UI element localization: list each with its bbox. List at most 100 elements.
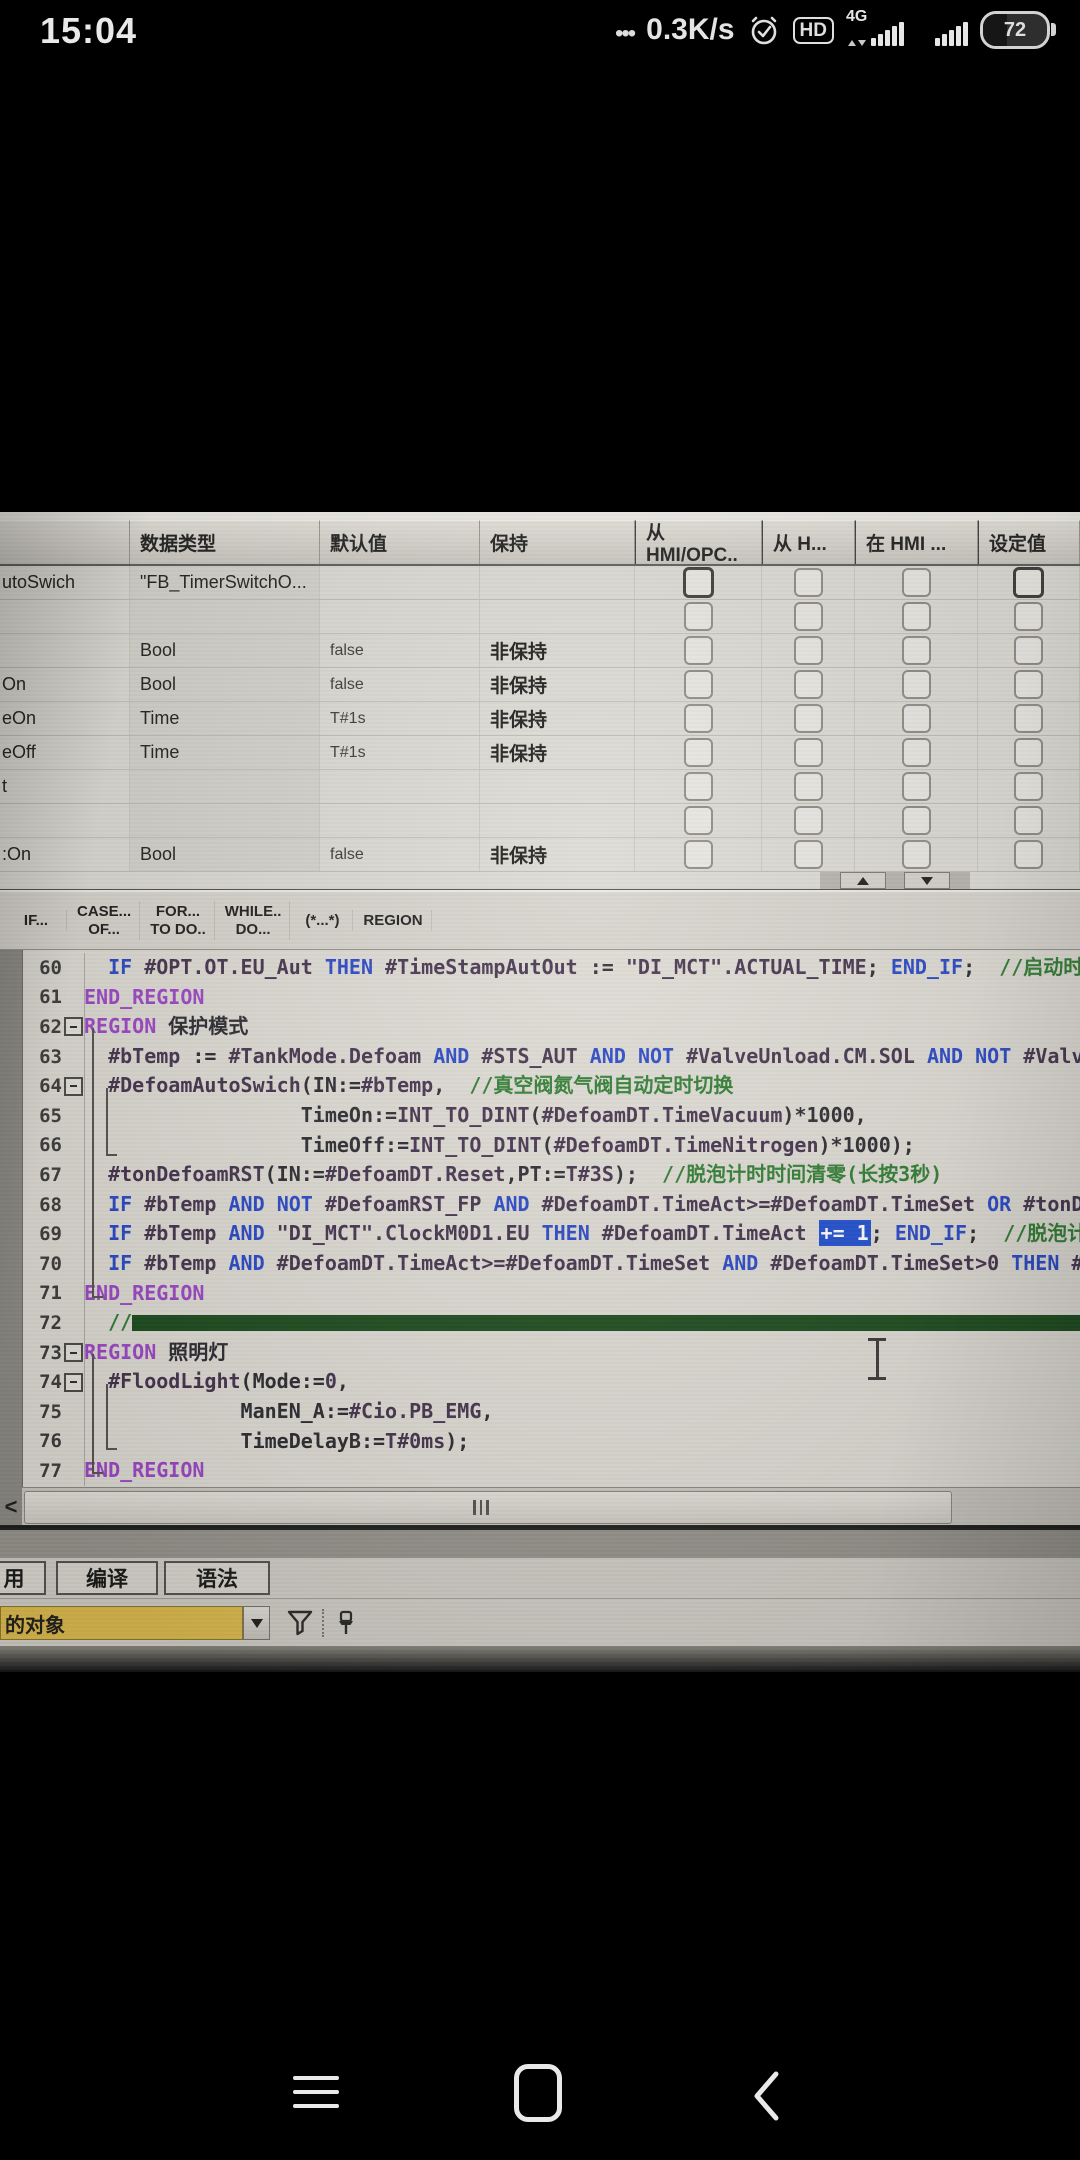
cell-ret[interactable]: 非保持 [480, 736, 635, 769]
fold-toggle-icon[interactable] [64, 1017, 83, 1036]
checkbox[interactable] [902, 704, 931, 733]
fold-toggle-icon[interactable] [64, 1343, 83, 1362]
toolbar-button[interactable]: CASE...OF... [69, 901, 140, 940]
cell-name[interactable]: eOn [0, 702, 130, 735]
cell-def[interactable] [320, 804, 480, 837]
back-icon[interactable] [752, 2070, 780, 2122]
cell-type[interactable]: Bool [130, 634, 320, 667]
cell-type[interactable]: Bool [130, 668, 320, 701]
cell-name[interactable]: On [0, 668, 130, 701]
code-line[interactable]: 65 TimeOn:=INT_TO_DINT(#DefoamDT.TimeVac… [0, 1101, 1080, 1131]
checkbox[interactable] [794, 636, 823, 665]
checkbox[interactable] [902, 840, 931, 869]
toolbar-button[interactable]: REGION [355, 910, 431, 931]
checkbox[interactable] [794, 772, 823, 801]
checkbox[interactable] [1014, 738, 1043, 767]
checkbox[interactable] [1014, 772, 1043, 801]
scroll-left-button[interactable]: < [0, 1488, 22, 1526]
column-header[interactable]: 默认值 [320, 520, 480, 564]
checkbox[interactable] [1013, 567, 1044, 598]
tab-0[interactable]: 用 [0, 1561, 46, 1595]
combo-dropdown-button[interactable] [243, 1606, 270, 1640]
checkbox[interactable] [794, 806, 823, 835]
table-row[interactable]: utoSwich"FB_TimerSwitchO... [0, 566, 1080, 600]
cell-type[interactable]: Bool [130, 838, 320, 871]
column-header[interactable]: 数据类型 [130, 520, 320, 564]
code-line[interactable]: 75 ManEN_A:=#Cio.PB_EMG, [0, 1397, 1080, 1427]
checkbox[interactable] [683, 567, 714, 598]
filter-funnel-icon[interactable] [286, 1609, 314, 1637]
checkbox[interactable] [902, 636, 931, 665]
cell-ret[interactable]: 非保持 [480, 838, 635, 871]
checkbox[interactable] [902, 602, 931, 631]
code-line[interactable]: 61END_REGION [0, 983, 1080, 1013]
fold-toggle-icon[interactable] [64, 1373, 83, 1392]
tab-1[interactable]: 编译 [56, 1561, 158, 1595]
cell-def[interactable]: T#1s [320, 702, 480, 735]
scroll-up-button[interactable] [840, 872, 886, 889]
cell-name[interactable] [0, 600, 130, 633]
cell-def[interactable]: T#1s [320, 736, 480, 769]
scrollbar-thumb[interactable] [24, 1491, 952, 1524]
toolbar-button[interactable]: WHILE..DO... [217, 901, 291, 940]
checkbox[interactable] [684, 704, 713, 733]
code-line[interactable]: 74 #FloodLight(Mode:=0, [0, 1367, 1080, 1397]
code-line[interactable]: 69 IF #bTemp AND "DI_MCT".ClockM0D1.EU T… [0, 1219, 1080, 1249]
toolbar-button[interactable]: IF... [6, 910, 67, 931]
checkbox[interactable] [684, 670, 713, 699]
column-header[interactable]: 从 HMI/OPC.. [635, 520, 762, 564]
checkbox[interactable] [1014, 602, 1043, 631]
checkbox[interactable] [794, 840, 823, 869]
checkbox[interactable] [684, 738, 713, 767]
table-row[interactable]: OnBoolfalse非保持 [0, 668, 1080, 702]
code-line[interactable]: 67 #tonDefoamRST(IN:=#DefoamDT.Reset,PT:… [0, 1160, 1080, 1190]
cell-name[interactable] [0, 634, 130, 667]
code-line[interactable]: 71END_REGION [0, 1279, 1080, 1309]
checkbox[interactable] [684, 772, 713, 801]
table-row[interactable]: :OnBoolfalse非保持 [0, 838, 1080, 872]
code-line[interactable]: 66 TimeOff:=INT_TO_DINT(#DefoamDT.TimeNi… [0, 1131, 1080, 1161]
tab-2[interactable]: 语法 [164, 1561, 270, 1595]
horizontal-scrollbar[interactable]: < [0, 1487, 1080, 1526]
pin-icon[interactable] [332, 1609, 360, 1637]
object-filter-combo[interactable]: 的对象 [0, 1606, 243, 1640]
code-editor[interactable]: 60 IF #OPT.OT.EU_Aut THEN #TimeStampAutO… [0, 950, 1080, 1487]
checkbox[interactable] [1014, 840, 1043, 869]
code-line[interactable]: 72 // [0, 1308, 1080, 1338]
table-row[interactable]: Boolfalse非保持 [0, 634, 1080, 668]
code-line[interactable]: 62REGION 保护模式 [0, 1012, 1080, 1042]
code-line[interactable]: 68 IF #bTemp AND NOT #DefoamRST_FP AND #… [0, 1190, 1080, 1220]
code-line[interactable]: 77END_REGION [0, 1456, 1080, 1486]
checkbox[interactable] [684, 840, 713, 869]
cell-name[interactable] [0, 804, 130, 837]
cell-def[interactable]: false [320, 668, 480, 701]
fold-toggle-icon[interactable] [64, 1077, 83, 1096]
checkbox[interactable] [902, 568, 931, 597]
checkbox[interactable] [1014, 806, 1043, 835]
cell-def[interactable] [320, 566, 480, 599]
cell-type[interactable]: Time [130, 702, 320, 735]
cell-def[interactable]: false [320, 634, 480, 667]
checkbox[interactable] [902, 772, 931, 801]
checkbox[interactable] [794, 738, 823, 767]
toolbar-button[interactable]: (*...*) [292, 910, 353, 931]
checkbox[interactable] [1014, 704, 1043, 733]
checkbox[interactable] [902, 806, 931, 835]
cell-type[interactable] [130, 804, 320, 837]
checkbox[interactable] [902, 738, 931, 767]
checkbox[interactable] [1014, 636, 1043, 665]
cell-def[interactable] [320, 770, 480, 803]
checkbox[interactable] [684, 636, 713, 665]
cell-type[interactable]: "FB_TimerSwitchO... [130, 566, 320, 599]
table-row[interactable]: eOnTimeT#1s非保持 [0, 702, 1080, 736]
checkbox[interactable] [794, 568, 823, 597]
code-line[interactable]: 70 IF #bTemp AND #DefoamDT.TimeAct>=#Def… [0, 1249, 1080, 1279]
home-icon[interactable] [514, 2064, 562, 2122]
code-line[interactable]: 60 IF #OPT.OT.EU_Aut THEN #TimeStampAutO… [0, 953, 1080, 983]
cell-type[interactable]: Time [130, 736, 320, 769]
cell-ret[interactable]: 非保持 [480, 702, 635, 735]
cell-ret[interactable]: 非保持 [480, 634, 635, 667]
code-line[interactable]: 73REGION 照明灯 [0, 1338, 1080, 1368]
cell-ret[interactable]: 非保持 [480, 668, 635, 701]
toolbar-button[interactable]: FOR...TO DO.. [142, 901, 215, 940]
